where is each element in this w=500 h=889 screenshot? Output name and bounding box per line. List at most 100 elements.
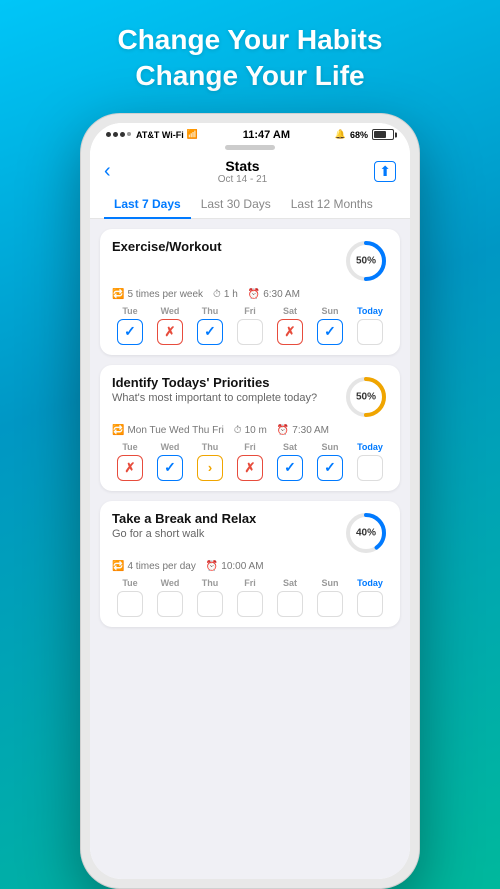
alarm-icon-b: ⏰ bbox=[206, 561, 218, 572]
day-tue: Tue ✓ bbox=[112, 306, 148, 345]
repeat-icon: 🔁 bbox=[112, 289, 124, 300]
day-label-b-thu: Thu bbox=[202, 578, 219, 588]
frequency-item-b: 🔁 4 times per day bbox=[112, 561, 196, 572]
day-label-fri: Fri bbox=[244, 306, 256, 316]
phone-wrapper: AT&T Wi-Fi 📶 11:47 AM 🔔 68% ‹ bbox=[80, 113, 420, 889]
signal-dot-4 bbox=[127, 132, 131, 136]
day-label-p-thu: Thu bbox=[202, 442, 219, 452]
habit-name-exercise: Exercise/Workout bbox=[112, 239, 222, 254]
day-check-p-fri[interactable]: ✗ bbox=[237, 455, 263, 481]
day-label-p-tue: Tue bbox=[122, 442, 137, 452]
day-check-today[interactable] bbox=[357, 319, 383, 345]
progress-circle-break: 40% bbox=[344, 511, 388, 555]
habit-header-priorities: Identify Todays' Priorities What's most … bbox=[112, 375, 388, 419]
habit-header-exercise: Exercise/Workout 50% bbox=[112, 239, 388, 283]
day-label-today: Today bbox=[357, 306, 383, 316]
repeat-icon-b: 🔁 bbox=[112, 561, 124, 572]
day-check-p-tue[interactable]: ✗ bbox=[117, 455, 143, 481]
back-button[interactable]: ‹ bbox=[104, 160, 111, 183]
signal-dot-2 bbox=[113, 132, 118, 137]
day-label-tue: Tue bbox=[122, 306, 137, 316]
day-check-b-fri[interactable] bbox=[237, 591, 263, 617]
phone-shell: AT&T Wi-Fi 📶 11:47 AM 🔔 68% ‹ bbox=[80, 113, 420, 889]
day-check-b-wed[interactable] bbox=[157, 591, 183, 617]
day-check-sun[interactable]: ✓ bbox=[317, 319, 343, 345]
habit-desc-priorities: What's most important to complete today? bbox=[112, 392, 317, 404]
day-b-sat: Sat bbox=[272, 578, 308, 617]
habit-meta-break: 🔁 4 times per day ⏰ 10:00 AM bbox=[112, 561, 388, 572]
frequency-item: 🔁 5 times per week bbox=[112, 289, 203, 300]
habit-meta-exercise: 🔁 5 times per week ⏱ 1 h ⏰ 6:30 AM bbox=[112, 289, 388, 300]
tab-last12months[interactable]: Last 12 Months bbox=[281, 189, 383, 219]
day-check-p-wed[interactable]: ✓ bbox=[157, 455, 183, 481]
day-check-b-today[interactable] bbox=[357, 591, 383, 617]
day-label-b-tue: Tue bbox=[122, 578, 137, 588]
progress-circle-exercise: 50% bbox=[344, 239, 388, 283]
frequency-label: 5 times per week bbox=[127, 289, 203, 300]
signal-dots bbox=[106, 132, 131, 137]
habit-card-priorities: Identify Todays' Priorities What's most … bbox=[100, 365, 400, 491]
day-b-thu: Thu bbox=[192, 578, 228, 617]
alarm-icon-p: ⏰ bbox=[277, 425, 289, 436]
duration-item: ⏱ 1 h bbox=[213, 289, 238, 300]
tab-last30days[interactable]: Last 30 Days bbox=[191, 189, 281, 219]
day-check-fri[interactable] bbox=[237, 319, 263, 345]
frequency-label-b: 4 times per day bbox=[127, 561, 195, 572]
day-thu: Thu ✓ bbox=[192, 306, 228, 345]
hero-text: Change Your Habits Change Your Life bbox=[87, 0, 412, 113]
day-check-sat[interactable]: ✗ bbox=[277, 319, 303, 345]
day-label-b-sat: Sat bbox=[283, 578, 297, 588]
day-check-tue[interactable]: ✓ bbox=[117, 319, 143, 345]
day-p-sat: Sat ✓ bbox=[272, 442, 308, 481]
status-left: AT&T Wi-Fi 📶 bbox=[106, 129, 198, 140]
day-check-b-thu[interactable] bbox=[197, 591, 223, 617]
day-check-b-tue[interactable] bbox=[117, 591, 143, 617]
duration-item-p: ⏱ 10 m bbox=[234, 425, 267, 436]
tab-last7days[interactable]: Last 7 Days bbox=[104, 189, 191, 219]
content-scroll[interactable]: Exercise/Workout 50% 🔁 bbox=[90, 219, 410, 879]
clock-icon-p: ⏱ bbox=[234, 425, 242, 436]
day-check-p-sat[interactable]: ✓ bbox=[277, 455, 303, 481]
progress-pct-exercise: 50% bbox=[356, 255, 376, 266]
signal-dot-1 bbox=[106, 132, 111, 137]
duration-label: 1 h bbox=[224, 289, 238, 300]
frequency-label-p: Mon Tue Wed Thu Fri bbox=[127, 425, 223, 436]
day-check-p-sun[interactable]: ✓ bbox=[317, 455, 343, 481]
nav-title: Stats bbox=[218, 158, 267, 174]
share-button[interactable]: ⬆ bbox=[374, 161, 396, 182]
day-check-p-today[interactable] bbox=[357, 455, 383, 481]
nav-date: Oct 14 - 21 bbox=[218, 174, 267, 185]
day-label-p-sat: Sat bbox=[283, 442, 297, 452]
habit-meta-priorities: 🔁 Mon Tue Wed Thu Fri ⏱ 10 m ⏰ 7:30 AM bbox=[112, 425, 388, 436]
day-p-today: Today bbox=[352, 442, 388, 481]
time-item-p: ⏰ 7:30 AM bbox=[277, 425, 329, 436]
progress-circle-priorities: 50% bbox=[344, 375, 388, 419]
day-label-p-today: Today bbox=[357, 442, 383, 452]
bottom-spacer bbox=[90, 627, 410, 637]
time-item: ⏰ 6:30 AM bbox=[248, 289, 300, 300]
status-right: 🔔 68% bbox=[335, 129, 394, 140]
day-label-sun: Sun bbox=[322, 306, 339, 316]
repeat-icon-p: 🔁 bbox=[112, 425, 124, 436]
day-check-thu[interactable]: ✓ bbox=[197, 319, 223, 345]
day-check-b-sat[interactable] bbox=[277, 591, 303, 617]
habit-name-priorities: Identify Todays' Priorities bbox=[112, 375, 317, 390]
day-check-wed[interactable]: ✗ bbox=[157, 319, 183, 345]
day-wed: Wed ✗ bbox=[152, 306, 188, 345]
nav-bar: ‹ Stats Oct 14 - 21 ⬆ bbox=[90, 154, 410, 189]
battery-icon bbox=[372, 129, 394, 140]
carrier-label: AT&T Wi-Fi bbox=[136, 130, 184, 140]
day-check-p-thu[interactable]: › bbox=[197, 455, 223, 481]
time-label-b: 10:00 AM bbox=[221, 561, 263, 572]
day-b-fri: Fri bbox=[232, 578, 268, 617]
speaker bbox=[225, 145, 275, 150]
day-b-sun: Sun bbox=[312, 578, 348, 617]
day-label-p-sun: Sun bbox=[322, 442, 339, 452]
day-check-b-sun[interactable] bbox=[317, 591, 343, 617]
tabs-row: Last 7 Days Last 30 Days Last 12 Months bbox=[90, 189, 410, 219]
day-p-wed: Wed ✓ bbox=[152, 442, 188, 481]
battery-fill bbox=[374, 131, 386, 138]
day-b-tue: Tue bbox=[112, 578, 148, 617]
battery-label: 68% bbox=[350, 130, 368, 140]
day-p-tue: Tue ✗ bbox=[112, 442, 148, 481]
